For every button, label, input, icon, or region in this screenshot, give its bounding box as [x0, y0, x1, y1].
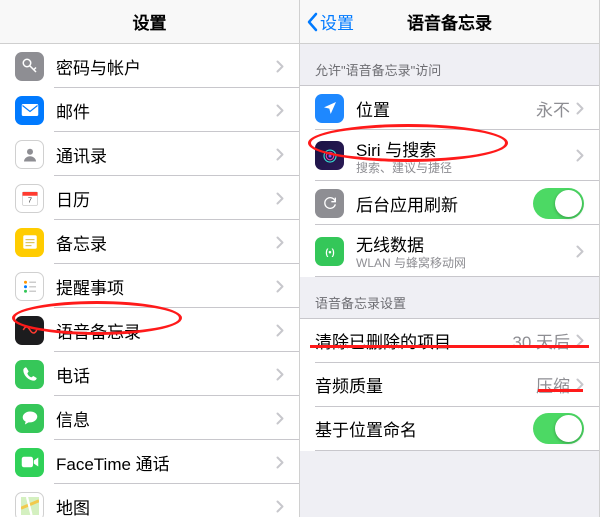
row-subtitle: 搜索、建议与捷径 — [356, 161, 576, 175]
settings-row-key[interactable]: 密码与帐户 — [0, 44, 299, 88]
row-label: 邮件 — [56, 98, 276, 123]
key-icon — [15, 52, 44, 81]
row-label: 电话 — [56, 362, 276, 387]
row-label: 日历 — [56, 186, 276, 211]
section1-title: 允许"语音备忘录"访问 — [300, 44, 599, 85]
right-navbar: 设置 语音备忘录 — [300, 0, 599, 44]
phone-icon — [15, 360, 44, 389]
chevron-left-icon — [306, 12, 318, 32]
notes-icon — [15, 228, 44, 257]
chevron-right-icon — [276, 104, 284, 117]
settings-row-mail[interactable]: 邮件 — [0, 88, 299, 132]
row-label: 位置 — [356, 96, 536, 121]
contacts-icon — [15, 140, 44, 169]
left-navbar: 设置 — [0, 0, 299, 44]
row-right-section20[interactable]: 清除已删除的项目30 天后 — [300, 319, 599, 363]
row-label: 通讯录 — [56, 142, 276, 167]
chevron-right-icon — [576, 149, 584, 162]
svg-text:7: 7 — [27, 196, 31, 205]
chevron-right-icon — [276, 192, 284, 205]
toggle-switch[interactable] — [533, 188, 584, 219]
wireless-icon: (•) — [315, 237, 344, 266]
chevron-right-icon — [576, 334, 584, 347]
row-right-section22[interactable]: 基于位置命名 — [300, 407, 599, 451]
row-label: Siri 与搜索 — [356, 136, 576, 161]
row-siri[interactable]: Siri 与搜索搜索、建议与捷径 — [300, 130, 599, 181]
row-wireless[interactable]: (•) 无线数据WLAN 与蜂窝移动网 — [300, 225, 599, 276]
row-label: 地图 — [56, 494, 276, 517]
reminders-icon — [15, 272, 44, 301]
row-right-section21[interactable]: 音频质量压缩 — [300, 363, 599, 407]
left-list-scroll[interactable]: 密码与帐户邮件通讯录 7 日历备忘录提醒事项语音备忘录电话信息 FaceTime 通话… — [0, 44, 299, 517]
siri-icon — [315, 141, 344, 170]
back-label: 设置 — [320, 9, 354, 34]
row-label: 音频质量 — [315, 372, 536, 397]
voice-memos-settings-pane: 设置 语音备忘录 允许"语音备忘录"访问 位置永不Siri 与搜索搜索、建议与捷… — [300, 0, 600, 517]
settings-row-notes[interactable]: 备忘录 — [0, 220, 299, 264]
chevron-right-icon — [276, 368, 284, 381]
chevron-right-icon — [276, 148, 284, 161]
settings-row-contacts[interactable]: 通讯录 — [0, 132, 299, 176]
messages-icon — [15, 404, 44, 433]
row-detail: 压缩 — [536, 372, 570, 397]
settings-row-phone[interactable]: 电话 — [0, 352, 299, 396]
row-label: FaceTime 通话 — [56, 450, 276, 475]
location-icon — [315, 94, 344, 123]
row-label: 清除已删除的项目 — [315, 328, 512, 353]
chevron-right-icon — [576, 102, 584, 115]
settings-row-messages[interactable]: 信息 — [0, 396, 299, 440]
row-detail: 永不 — [536, 96, 570, 121]
settings-row-maps[interactable]: 地图 — [0, 484, 299, 517]
chevron-right-icon — [276, 60, 284, 73]
chevron-right-icon — [576, 378, 584, 391]
row-refresh[interactable]: 后台应用刷新 — [300, 181, 599, 225]
toggle-switch[interactable] — [533, 413, 584, 444]
right-title: 语音备忘录 — [407, 9, 492, 34]
facetime-icon — [15, 448, 44, 477]
row-detail: 30 天后 — [512, 328, 570, 353]
right-list-scroll[interactable]: 允许"语音备忘录"访问 位置永不Siri 与搜索搜索、建议与捷径后台应用刷新(•… — [300, 44, 599, 517]
mail-icon — [15, 96, 44, 125]
chevron-right-icon — [276, 280, 284, 293]
section2-title: 语音备忘录设置 — [300, 277, 599, 318]
settings-row-facetime[interactable]: FaceTime 通话 — [0, 440, 299, 484]
voice-memos-icon — [15, 316, 44, 345]
refresh-icon — [315, 189, 344, 218]
settings-row-calendar[interactable]: 7 日历 — [0, 176, 299, 220]
chevron-right-icon — [276, 412, 284, 425]
row-location[interactable]: 位置永不 — [300, 86, 599, 130]
row-label: 后台应用刷新 — [356, 191, 533, 216]
row-label: 提醒事项 — [56, 274, 276, 299]
left-title: 设置 — [133, 9, 167, 34]
chevron-right-icon — [276, 500, 284, 513]
settings-row-reminders[interactable]: 提醒事项 — [0, 264, 299, 308]
row-subtitle: WLAN 与蜂窝移动网 — [356, 256, 576, 270]
row-label: 信息 — [56, 406, 276, 431]
row-label: 密码与帐户 — [56, 54, 276, 79]
svg-text:(•): (•) — [325, 247, 334, 257]
settings-root-pane: 设置 密码与帐户邮件通讯录 7 日历备忘录提醒事项语音备忘录电话信息 FaceTime… — [0, 0, 300, 517]
chevron-right-icon — [276, 236, 284, 249]
calendar-icon: 7 — [15, 184, 44, 213]
maps-icon — [15, 492, 44, 517]
row-label: 语音备忘录 — [56, 318, 276, 343]
chevron-right-icon — [276, 456, 284, 469]
back-button[interactable]: 设置 — [306, 9, 354, 34]
row-label: 基于位置命名 — [315, 416, 533, 441]
settings-row-voice-memos[interactable]: 语音备忘录 — [0, 308, 299, 352]
chevron-right-icon — [576, 245, 584, 258]
chevron-right-icon — [276, 324, 284, 337]
row-label: 无线数据 — [356, 231, 576, 256]
row-label: 备忘录 — [56, 230, 276, 255]
